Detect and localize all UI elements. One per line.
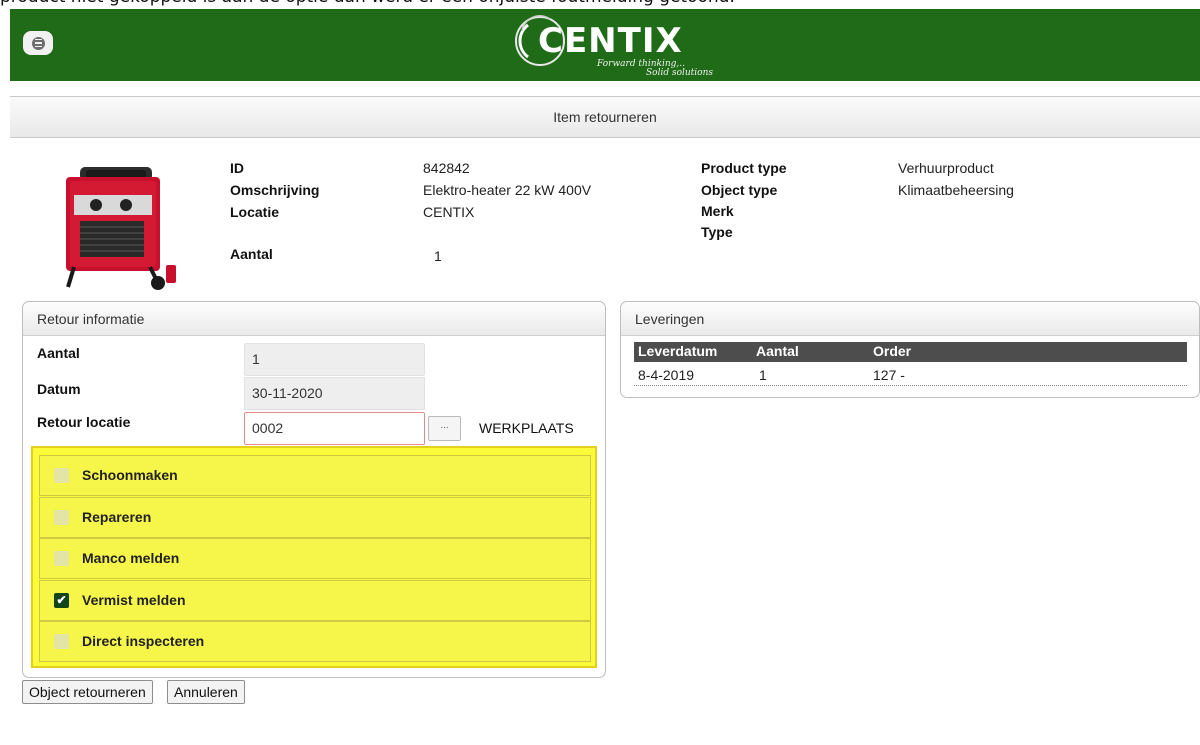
option-row-manco-melden[interactable]: Manco melden <box>39 538 591 579</box>
return-quantity-label: Aantal <box>37 345 80 361</box>
app-header: CENTIX Forward thinking,.. Solid solutio… <box>10 9 1200 81</box>
option-row-schoonmaken[interactable]: Schoonmaken <box>39 455 591 496</box>
option-label-schoonmaken: Schoonmaken <box>82 467 178 483</box>
checkbox-repareren[interactable] <box>54 510 69 525</box>
id-value: 842842 <box>423 160 470 176</box>
object-type-value: Klimaatbeheersing <box>898 182 1014 198</box>
type-label: Type <box>701 224 733 240</box>
return-quantity-input[interactable]: 1 <box>244 343 425 376</box>
delivery-order-cell: 127 - <box>873 367 905 383</box>
return-options-group: Schoonmaken Repareren Manco melden ✔ Ver… <box>31 446 597 668</box>
checkbox-direct-inspecteren[interactable] <box>54 634 69 649</box>
description-value: Elektro-heater 22 kW 400V <box>423 182 592 198</box>
option-label-repareren: Repareren <box>82 509 152 525</box>
option-label-direct-inspecteren: Direct inspecteren <box>82 633 205 649</box>
location-value: CENTIX <box>423 204 475 220</box>
electric-heater-image <box>66 167 176 290</box>
logo-tagline-2: Solid solutions <box>645 68 713 78</box>
brand-label: Merk <box>701 203 734 219</box>
deliveries-table-header: Leverdatum Aantal Order <box>634 342 1187 362</box>
checkbox-vermist-melden[interactable]: ✔ <box>54 593 69 608</box>
menu-icon <box>31 36 45 50</box>
logo-brand: CENTIX <box>538 21 683 61</box>
return-date-label: Datum <box>37 381 81 397</box>
deliveries-title: Leveringen <box>621 302 1199 336</box>
table-row[interactable]: 8-4-2019 1 127 - <box>634 362 1187 386</box>
option-label-vermist-melden: Vermist melden <box>82 592 186 608</box>
description-label: Omschrijving <box>230 182 320 198</box>
product-image <box>22 159 210 294</box>
column-aantal[interactable]: Aantal <box>756 343 799 359</box>
column-leverdatum[interactable]: Leverdatum <box>638 343 717 359</box>
return-info-title: Retour informatie <box>23 302 605 336</box>
return-location-name: WERKPLAATS <box>479 420 574 436</box>
option-row-direct-inspecteren[interactable]: Direct inspecteren <box>39 621 591 662</box>
delivery-quantity-cell: 1 <box>759 367 767 383</box>
return-object-button[interactable]: Object retourneren <box>22 680 153 704</box>
centix-logo: CENTIX Forward thinking,.. Solid solutio… <box>510 9 730 81</box>
cancel-button[interactable]: Annuleren <box>167 680 245 704</box>
checkbox-schoonmaken[interactable] <box>54 468 69 483</box>
quantity-label: Aantal <box>230 246 273 262</box>
return-location-input[interactable]: 0002 <box>244 412 425 445</box>
location-label: Locatie <box>230 204 280 220</box>
product-type-value: Verhuurproduct <box>898 160 994 176</box>
return-location-label: Retour locatie <box>37 414 131 430</box>
object-type-label: Object type <box>701 182 778 198</box>
product-type-label: Product type <box>701 160 787 176</box>
id-label: ID <box>230 160 244 176</box>
option-label-manco-melden: Manco melden <box>82 550 180 566</box>
menu-button[interactable] <box>23 31 53 55</box>
quantity-value: 1 <box>434 248 442 264</box>
column-order[interactable]: Order <box>873 343 911 359</box>
location-browse-button[interactable]: ... <box>428 416 461 441</box>
page-title: Item retourneren <box>10 96 1200 138</box>
option-row-vermist-melden[interactable]: ✔ Vermist melden <box>39 580 591 621</box>
checkbox-manco-melden[interactable] <box>54 551 69 566</box>
option-row-repareren[interactable]: Repareren <box>39 497 591 538</box>
delivery-date-cell: 8-4-2019 <box>638 367 695 383</box>
top-caption: product niet gekoppeld is aan de optie d… <box>0 0 1200 9</box>
return-date-input[interactable]: 30-11-2020 <box>244 377 425 410</box>
